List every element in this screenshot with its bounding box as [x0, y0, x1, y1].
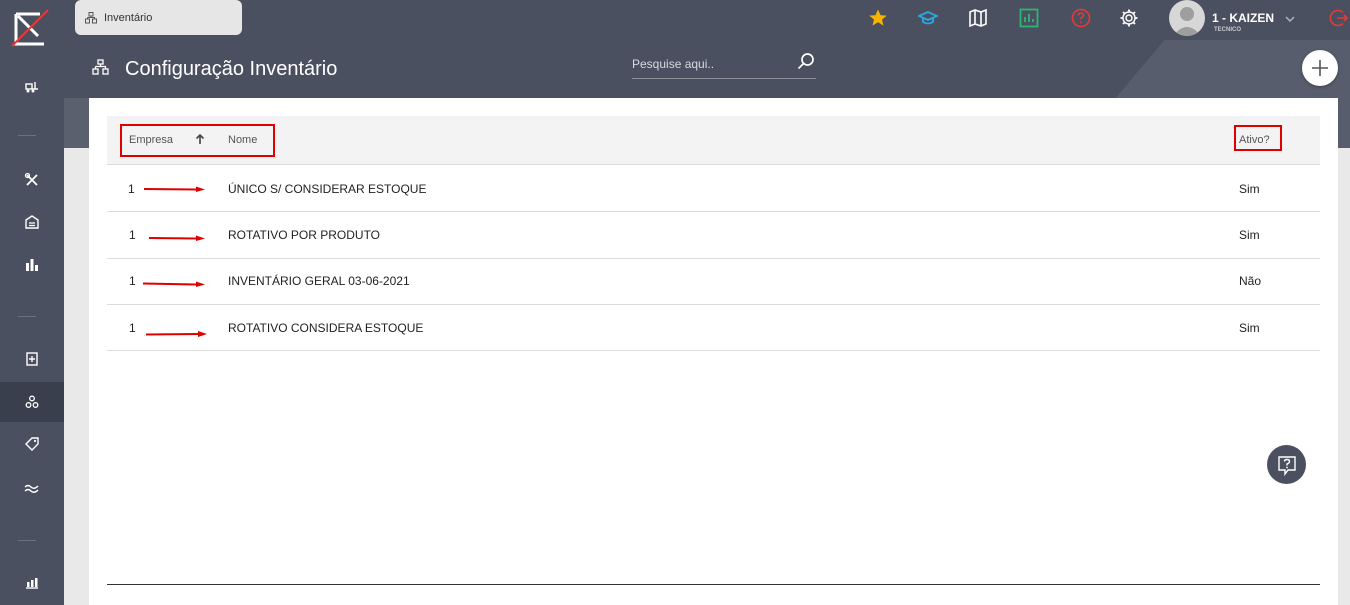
cell-ativo: Sim — [1239, 321, 1260, 335]
search-icon[interactable] — [795, 51, 817, 73]
logout-button[interactable] — [1328, 7, 1350, 29]
table-row[interactable]: 1 ROTATIVO POR PRODUTO Sim — [107, 213, 1320, 259]
sidebar-divider — [18, 316, 36, 317]
help-icon — [1071, 8, 1091, 28]
cell-empresa: 1 — [129, 274, 136, 288]
search-box — [632, 50, 816, 79]
sidebar-divider — [18, 540, 36, 541]
help-button[interactable] — [1070, 7, 1092, 29]
content-card: Empresa Nome Ativo? 1 ÚNICO S/ CONSIDERA… — [89, 98, 1338, 605]
cell-ativo: Sim — [1239, 182, 1260, 196]
sidebar-item-inventory[interactable] — [0, 382, 64, 422]
avatar[interactable] — [1169, 0, 1205, 36]
inventory-tab-icon — [85, 11, 97, 23]
sidebar-divider — [18, 135, 36, 136]
tab-inventario[interactable]: Inventário — [75, 0, 242, 35]
gear-icon — [1120, 9, 1138, 27]
plus-icon — [1312, 60, 1328, 76]
highlight-box — [1234, 125, 1282, 151]
dashboard-button[interactable] — [1018, 7, 1040, 29]
table-row[interactable]: 1 INVENTÁRIO GERAL 03-06-2021 Não — [107, 259, 1320, 305]
report-chart-icon — [26, 578, 38, 589]
table-footer-divider — [107, 584, 1320, 585]
user-avatar-icon — [1173, 7, 1201, 36]
table-row[interactable]: 1 ÚNICO S/ CONSIDERAR ESTOQUE Sim — [107, 166, 1320, 212]
academy-button[interactable] — [917, 7, 939, 29]
forklift-icon — [25, 82, 38, 93]
inventory-icon — [25, 395, 39, 408]
user-role: TECNICO — [1214, 27, 1241, 33]
sidebar-item-forklift[interactable] — [0, 66, 64, 106]
red-arrow-annotation — [143, 281, 205, 287]
sidebar-item-warehouse[interactable] — [0, 202, 64, 242]
cell-empresa: 1 — [128, 182, 135, 196]
chart-icon — [1019, 8, 1039, 28]
help-bubble-icon — [1277, 455, 1296, 476]
cell-nome: ROTATIVO CONSIDERA ESTOQUE — [228, 321, 424, 335]
graduation-cap-icon — [918, 11, 938, 25]
cell-nome: ROTATIVO POR PRODUTO — [228, 228, 381, 242]
chevron-down-icon[interactable] — [1283, 12, 1297, 26]
map-icon — [969, 8, 987, 28]
warehouse-icon — [25, 215, 39, 229]
favorites-button[interactable] — [867, 7, 889, 29]
tag-icon — [25, 437, 39, 451]
sidebar — [0, 0, 64, 605]
sidebar-item-document-add[interactable] — [0, 339, 64, 379]
help-chat-button[interactable] — [1267, 445, 1306, 484]
table-row[interactable]: 1 ROTATIVO CONSIDERA ESTOQUE Sim — [107, 305, 1320, 351]
inventory-title-icon — [92, 59, 109, 75]
page-title: Configuração Inventário — [125, 58, 338, 80]
cell-ativo: Sim — [1239, 228, 1260, 242]
top-bar: Inventário 1 - KAIZEN TECNICO — [64, 0, 1350, 40]
tools-icon — [24, 172, 38, 186]
cell-nome: ÚNICO S/ CONSIDERAR ESTOQUE — [228, 182, 427, 196]
table-header: Empresa Nome Ativo? — [107, 116, 1320, 165]
flow-icon — [24, 484, 39, 493]
map-button[interactable] — [967, 7, 989, 29]
sidebar-item-tag[interactable] — [0, 424, 64, 464]
red-arrow-annotation — [146, 331, 207, 337]
app-logo[interactable] — [8, 6, 52, 48]
sidebar-item-report-chart[interactable] — [0, 562, 64, 602]
user-name[interactable]: 1 - KAIZEN — [1212, 11, 1274, 25]
highlight-box — [120, 124, 275, 157]
bar-chart-icon — [26, 259, 38, 271]
star-icon — [869, 9, 887, 26]
red-arrow-annotation — [144, 186, 205, 192]
sidebar-item-flow[interactable] — [0, 468, 64, 508]
sidebar-item-bar-chart[interactable] — [0, 245, 64, 285]
add-button[interactable] — [1302, 50, 1338, 86]
cell-empresa: 1 — [129, 228, 136, 242]
document-add-icon — [26, 352, 38, 366]
tab-label: Inventário — [104, 11, 153, 24]
cell-ativo: Não — [1239, 274, 1262, 288]
cell-empresa: 1 — [129, 321, 136, 335]
red-arrow-annotation — [149, 235, 205, 241]
cell-nome: INVENTÁRIO GERAL 03-06-2021 — [228, 274, 410, 288]
logout-icon — [1329, 9, 1349, 27]
search-input[interactable] — [632, 54, 782, 74]
sidebar-item-tools[interactable] — [0, 160, 64, 200]
settings-button[interactable] — [1118, 7, 1140, 29]
